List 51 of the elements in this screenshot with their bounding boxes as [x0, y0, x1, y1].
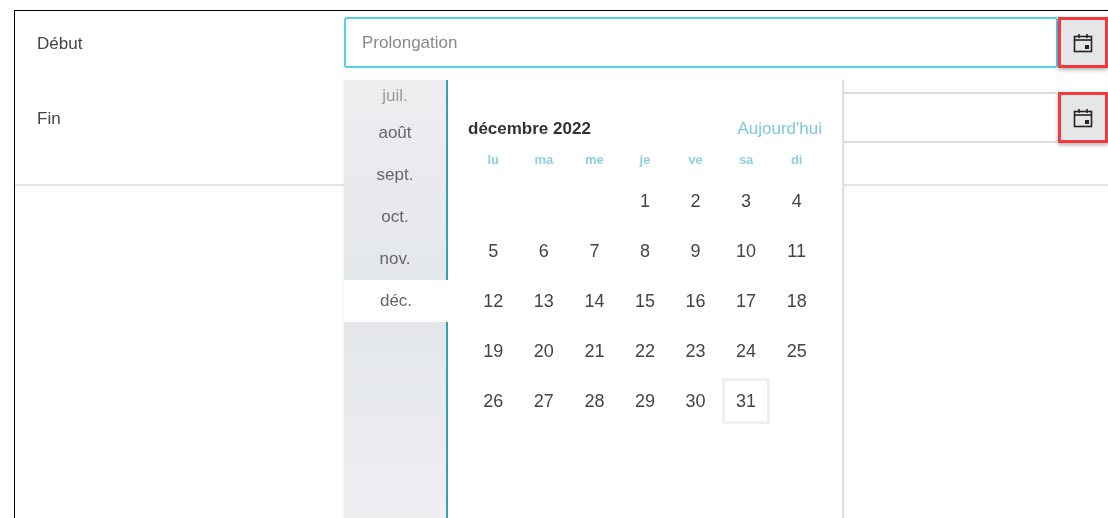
day-cell[interactable]: 11	[772, 228, 821, 274]
day-cell[interactable]: 5	[469, 228, 518, 274]
day-cell[interactable]: 19	[469, 328, 518, 374]
day-cell[interactable]: 2	[671, 178, 720, 224]
day-cell[interactable]: 17	[722, 278, 771, 324]
day-cell[interactable]: 30	[671, 378, 720, 424]
day-cell[interactable]: 6	[519, 228, 568, 274]
day-cell[interactable]: 7	[570, 228, 619, 274]
day-cell[interactable]: 22	[621, 328, 669, 374]
day-cell[interactable]: 15	[621, 278, 669, 324]
weekday-label: ve	[687, 151, 704, 169]
day-cell[interactable]: 21	[570, 328, 619, 374]
weekday-label: me	[584, 151, 605, 169]
weekday-label: sa	[737, 151, 755, 169]
weekday-label: lu	[486, 151, 501, 169]
day-cell[interactable]: 23	[671, 328, 720, 374]
day-cell[interactable]: 9	[671, 228, 720, 274]
day-cell[interactable]: 24	[722, 328, 771, 374]
weekday-label: je	[638, 151, 652, 169]
field-label: Fin	[37, 108, 61, 130]
weekday-label: di	[789, 151, 804, 169]
field-label: Début	[37, 33, 83, 55]
calendar-button[interactable]	[1058, 92, 1108, 143]
calendar-icon	[1072, 31, 1094, 54]
day-cell[interactable]: 10	[722, 228, 771, 274]
day-cell[interactable]: 12	[469, 278, 518, 324]
day-cell[interactable]: 3	[722, 178, 771, 224]
day-cell[interactable]: 1	[621, 178, 669, 224]
day-cell[interactable]: 4	[772, 178, 821, 224]
month-item[interactable]: nov.	[344, 238, 446, 280]
day-cell[interactable]: 31	[722, 378, 771, 424]
day-cell[interactable]: 27	[519, 378, 568, 424]
weekday-label: ma	[533, 151, 555, 169]
month-item[interactable]: déc.	[344, 280, 448, 322]
day-cell[interactable]: 13	[519, 278, 568, 324]
day-cell[interactable]: 28	[570, 378, 619, 424]
day-cell[interactable]: 20	[519, 328, 568, 374]
calendar-button[interactable]	[1058, 17, 1108, 68]
day-cell[interactable]: 8	[621, 228, 669, 274]
day-cell[interactable]: 16	[671, 278, 720, 324]
day-cell[interactable]: 25	[772, 328, 821, 374]
month-item[interactable]: août	[344, 112, 446, 154]
month-item[interactable]: oct.	[344, 196, 446, 238]
day-cell[interactable]: 14	[570, 278, 619, 324]
day-cell[interactable]: 18	[772, 278, 821, 324]
calendar-icon	[1072, 106, 1094, 129]
day-cell[interactable]: 29	[621, 378, 669, 424]
month-item[interactable]: sept.	[344, 154, 446, 196]
date-input[interactable]: Prolongation	[344, 17, 1058, 68]
month-title: décembre 2022	[468, 118, 591, 141]
day-cell[interactable]: 26	[469, 378, 518, 424]
